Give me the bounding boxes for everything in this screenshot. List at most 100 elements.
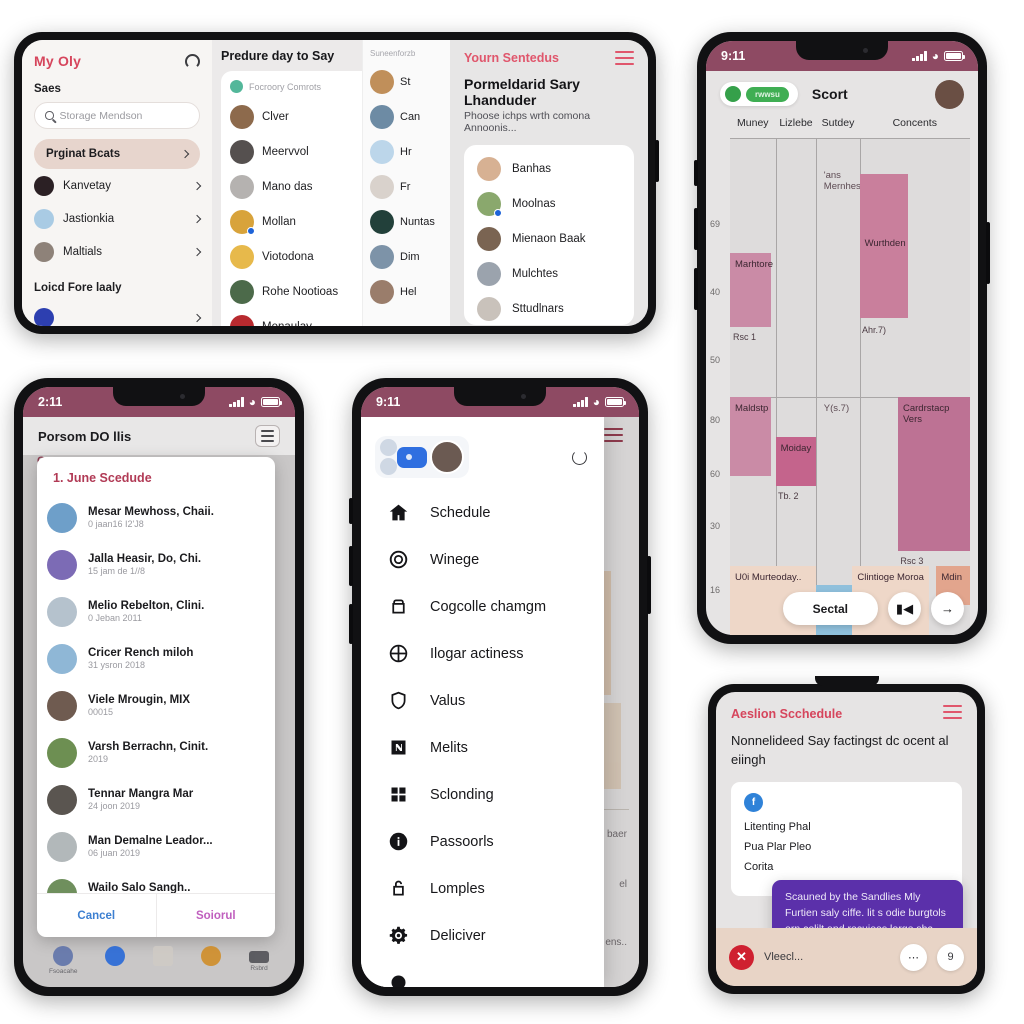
sidebar-list-item[interactable]: Jastionkia <box>34 202 202 235</box>
volume-down-button[interactable] <box>694 208 698 250</box>
list-item[interactable]: Cricer Rench miloh 31 ysron 2018 <box>47 635 265 682</box>
drawer-item-winege[interactable]: Winege <box>361 536 604 583</box>
tab-item[interactable]: Rsbrd <box>249 946 270 975</box>
chart-cell[interactable]: Y(s.7) <box>819 397 855 447</box>
list-item[interactable]: Clver <box>230 99 362 134</box>
list-item[interactable]: Viele Mrougin, MIX 00015 <box>47 682 265 729</box>
lock-icon <box>387 878 409 900</box>
drawer-item-ilogar[interactable]: Ilogar actiness <box>361 630 604 677</box>
list-item[interactable]: Mano das <box>230 169 362 204</box>
chart-cell[interactable]: 'ans Mernhes <box>819 164 861 224</box>
list-item[interactable]: Tennar Mangra Mar 24 joon 2019 <box>47 776 265 823</box>
list-item[interactable]: Rohe Nootioas <box>230 274 362 309</box>
contact-date: 06 juan 2019 <box>88 848 141 858</box>
avatar-group-icon[interactable] <box>375 436 469 478</box>
list-item[interactable]: Fr <box>370 169 450 204</box>
list-item[interactable]: Banhas <box>477 152 621 187</box>
list-item[interactable]: Moolnas <box>477 187 621 222</box>
close-icon[interactable]: ✕ <box>729 944 754 970</box>
status-time: 2:11 <box>38 395 63 409</box>
power-button[interactable] <box>986 222 990 284</box>
volume-up-button[interactable] <box>349 498 353 524</box>
list-item[interactable]: Dim <box>370 239 450 274</box>
detail-card: Banhas Moolnas Mienaon Baak Mulchtes Stt… <box>464 144 634 326</box>
column2-card: Focroory Comrots Clver Meervvol Mano das <box>221 71 362 326</box>
chart-ytick: 69 <box>710 219 721 229</box>
status-badge[interactable]: rwwsu <box>720 82 798 106</box>
refresh-icon[interactable] <box>572 449 587 465</box>
mute-button[interactable] <box>349 604 353 644</box>
contact-date: 2019 <box>88 754 109 764</box>
contact-name: Meervvol <box>262 145 309 158</box>
tablet-side-button[interactable] <box>655 140 659 182</box>
chart-cell[interactable]: Marhtore <box>730 253 773 328</box>
list-item[interactable]: Meervvol <box>230 134 362 169</box>
list-item[interactable]: Mesar Mewhoss, Chaii. 0 jaan16 I2'J8 <box>47 494 265 541</box>
list-item[interactable]: Wailo Salo Sangh.. 11 joon 2019 <box>47 870 265 893</box>
drawer-item-label: Passoorls <box>430 833 494 850</box>
mute-button[interactable] <box>694 268 698 310</box>
drawer-item-sclonding[interactable]: Sclonding <box>361 771 604 818</box>
list-item[interactable]: Melio Rebelton, Clini. 0 Jeban 2011 <box>47 588 265 635</box>
list-item[interactable]: Mienaon Baak <box>477 222 621 257</box>
sidebar-list-item[interactable]: Kanvetay <box>34 169 202 202</box>
drawer-item-lomples[interactable]: Lomples <box>361 865 604 912</box>
detail-header: Yourn Sentedus <box>464 51 634 69</box>
status-icons: ◕ <box>229 396 283 408</box>
tab-item[interactable] <box>105 946 126 975</box>
sidebar-item-active[interactable]: Prginat Bcats <box>34 139 200 169</box>
drawer-item-valus[interactable]: Valus <box>361 677 604 724</box>
drawer-item-passoorls[interactable]: Passoorls <box>361 818 604 865</box>
cancel-button[interactable]: Cancel <box>37 894 157 937</box>
hamburger-icon[interactable] <box>255 425 280 447</box>
bottom-tab-bar: Fsoacahe Rsbrd <box>23 946 295 975</box>
drawer-item-cogcolle[interactable]: Cogcolle chamgm <box>361 583 604 630</box>
avatar <box>477 157 501 182</box>
list-item[interactable]: Varsh Berrachn, Cinit. 2019 <box>47 729 265 776</box>
hamburger-icon[interactable] <box>604 428 623 446</box>
chart-cell[interactable]: Cardrstacp Vers <box>898 396 970 551</box>
list-item[interactable]: Hr <box>370 134 450 169</box>
hamburger-icon[interactable] <box>615 51 634 69</box>
arrow-right-icon[interactable]: → <box>931 592 964 625</box>
list-item[interactable]: Can <box>370 99 450 134</box>
volume-down-button[interactable] <box>349 546 353 586</box>
chart-cell[interactable]: Moiday <box>775 436 817 487</box>
drawer-item-deliciver[interactable]: Deliciver <box>361 912 604 959</box>
list-item[interactable]: Menaulay <box>230 309 362 326</box>
chart-cell[interactable]: Maldstp <box>730 396 771 477</box>
list-item[interactable]: Jalla Heasir, Do, Chi. 15 jam de 1//8 <box>47 541 265 588</box>
list-item[interactable]: Man Demalne Leador... 06 juan 2019 <box>47 823 265 870</box>
drawer-item-schedule[interactable]: Schedule <box>361 489 604 536</box>
primary-action-button[interactable]: Sectal <box>782 592 878 625</box>
tab-item[interactable] <box>153 946 174 975</box>
hamburger-icon[interactable] <box>943 705 962 723</box>
list-item[interactable]: Mollan <box>230 204 362 239</box>
drawer-item-extra[interactable] <box>361 959 604 987</box>
search-input[interactable]: Storage Mendson <box>34 102 200 129</box>
confirm-button[interactable]: Soiorul <box>157 894 276 937</box>
group-row[interactable]: Focroory Comrots <box>230 80 362 93</box>
list-item[interactable]: Nuntas <box>370 204 450 239</box>
list-item[interactable]: Sttudlnars <box>477 292 621 326</box>
sidebar-item-label: Jastionkia <box>63 212 115 225</box>
sidebar-list-item[interactable] <box>34 301 202 326</box>
avatar[interactable] <box>935 79 964 109</box>
volume-up-button[interactable] <box>694 160 698 186</box>
drawer-item-melits[interactable]: Melits <box>361 724 604 771</box>
sidebar-list-item[interactable]: Maltials <box>34 235 202 268</box>
list-item[interactable]: Hel <box>370 274 450 309</box>
list-item[interactable]: St <box>370 64 450 99</box>
mockup-stage: My Oly Saes Storage Mendson Prginat Bcat… <box>0 0 1024 1024</box>
refresh-icon[interactable] <box>185 53 200 69</box>
tab-icon <box>249 951 270 963</box>
skip-icon[interactable]: ▮◀ <box>888 592 921 625</box>
more-icon[interactable]: ⋯ <box>900 943 927 971</box>
chart-cell[interactable]: Wurthden <box>859 173 908 318</box>
tab-item[interactable]: Fsoacahe <box>49 946 77 975</box>
count-badge[interactable]: 9 <box>937 943 964 971</box>
list-item[interactable]: Mulchtes <box>477 257 621 292</box>
list-item[interactable]: Viotodona <box>230 239 362 274</box>
tab-item[interactable] <box>201 946 222 975</box>
power-button[interactable] <box>647 556 651 614</box>
